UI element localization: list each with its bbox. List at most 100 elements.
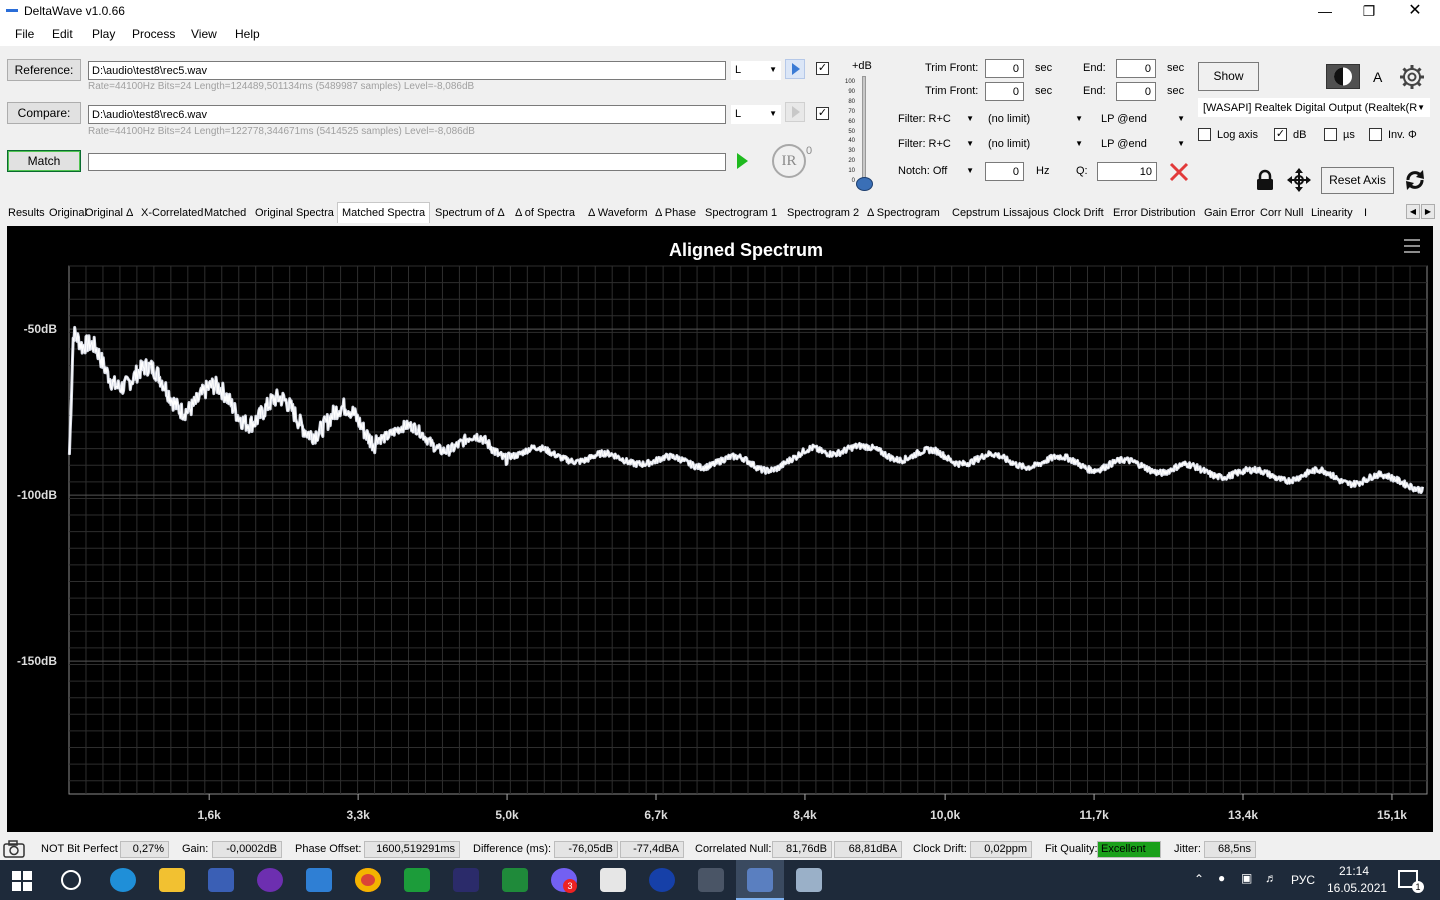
menu-view[interactable]: View	[191, 27, 217, 41]
deltawave-app-icon[interactable]	[747, 868, 773, 892]
notch-hz-input[interactable]: 0	[985, 162, 1024, 181]
compare-trim-front-input[interactable]: 0	[985, 82, 1024, 101]
theme-toggle-button[interactable]	[1326, 64, 1360, 89]
menu-play[interactable]: Play	[92, 27, 115, 41]
reset-axis-button[interactable]: Reset Axis	[1321, 167, 1394, 194]
save-disk-icon[interactable]	[208, 868, 234, 892]
clock-date[interactable]: 16.05.2021	[1327, 881, 1387, 895]
reference-lp-select[interactable]: LP @end ▼	[1097, 110, 1189, 129]
compare-button[interactable]: Compare:	[7, 102, 81, 124]
chrome-icon[interactable]	[355, 868, 381, 892]
tab-clock-drift[interactable]: Clock Drift	[1049, 205, 1108, 222]
language-indicator[interactable]: РУС	[1291, 873, 1315, 887]
menu-edit[interactable]: Edit	[52, 27, 73, 41]
plot-area[interactable]: Aligned Spectrum -50dB -100dB -150dB 1,6k 3,3…	[7, 226, 1433, 832]
screenshot-button[interactable]	[3, 840, 25, 858]
invert-phase-checkbox[interactable]	[1369, 128, 1382, 141]
tab-δ-spectrogram[interactable]: Δ Spectrogram	[863, 205, 944, 222]
task-view-button[interactable]	[61, 870, 81, 890]
aligned-spectrum-chart[interactable]: Aligned Spectrum -50dB -100dB -150dB 1,6k 3,3…	[7, 226, 1433, 832]
network-icon[interactable]: ▣	[1241, 871, 1252, 885]
compare-filter-select[interactable]: Filter: R+C ▼	[894, 135, 978, 154]
ap2-app-icon[interactable]	[404, 868, 430, 892]
maximize-button[interactable]: ❐	[1346, 0, 1392, 22]
notch-q-input[interactable]: 10	[1097, 162, 1157, 181]
tab-linearity[interactable]: Linearity	[1307, 205, 1357, 222]
file-explorer-icon[interactable]	[159, 868, 185, 892]
terminal-app-icon[interactable]	[453, 868, 479, 892]
tab-scroll-left[interactable]: ◀	[1406, 204, 1420, 219]
reference-limit-select[interactable]: (no limit) ▼	[984, 110, 1087, 129]
menu-process[interactable]: Process	[132, 27, 175, 41]
tab-scroll-right[interactable]: ▶	[1421, 204, 1435, 219]
tab-δ-waveform[interactable]: Δ Waveform	[584, 205, 652, 222]
notch-select[interactable]: Notch: Off ▼	[894, 162, 978, 181]
reference-path-field[interactable]: D:\audio\test8\rec5.wav	[88, 61, 726, 80]
reference-trim-end-input[interactable]: 0	[1116, 59, 1156, 78]
media-player-icon[interactable]	[257, 868, 283, 892]
tab-δ-phase[interactable]: Δ Phase	[651, 205, 700, 222]
us-checkbox[interactable]	[1324, 128, 1337, 141]
pan-button[interactable]	[1285, 167, 1313, 193]
volume-slider-thumb[interactable]	[856, 177, 873, 191]
font-size-button[interactable]: A	[1373, 69, 1382, 85]
tab-δ-of-spectra[interactable]: Δ of Spectra	[511, 205, 579, 222]
tab-i[interactable]: I	[1360, 205, 1371, 222]
edge-icon[interactable]	[110, 868, 136, 892]
microphone-icon[interactable]: ●	[1218, 871, 1225, 885]
clock-time[interactable]: 21:14	[1339, 864, 1369, 878]
tab-matched-spectra[interactable]: Matched Spectra	[337, 202, 431, 223]
clear-filters-button[interactable]	[1168, 161, 1190, 183]
volume-slider-track[interactable]	[862, 76, 866, 184]
minimize-button[interactable]: —	[1302, 0, 1348, 22]
volume-icon[interactable]: ♬	[1265, 871, 1277, 885]
compare-channel-select[interactable]: L ▼	[731, 105, 781, 124]
show-button[interactable]: Show	[1198, 62, 1259, 91]
play-compare-button[interactable]	[785, 102, 805, 122]
play-reference-button[interactable]	[785, 59, 805, 79]
output-device-select[interactable]: [WASAPI] Realtek Digital Output (Realtek…	[1198, 98, 1430, 117]
refresh-button[interactable]	[1401, 166, 1429, 194]
tab-error-distribution[interactable]: Error Distribution	[1109, 205, 1200, 222]
audio-app-icon[interactable]	[649, 868, 675, 892]
log-axis-checkbox[interactable]	[1198, 128, 1211, 141]
fox-app-icon[interactable]	[600, 868, 626, 892]
tab-matched[interactable]: Matched	[200, 205, 250, 222]
reference-trim-front-input[interactable]: 0	[985, 59, 1024, 78]
settings-button[interactable]	[1398, 63, 1426, 91]
mail-icon[interactable]	[306, 868, 332, 892]
tab-original-δ[interactable]: Original Δ	[81, 205, 137, 222]
tab-gain-error[interactable]: Gain Error	[1200, 205, 1259, 222]
lock-button[interactable]	[1254, 169, 1276, 191]
tab-corr-null[interactable]: Corr Null	[1256, 205, 1307, 222]
settings-app-icon[interactable]	[698, 868, 724, 892]
tray-expand-icon[interactable]: ⌃	[1194, 872, 1204, 886]
play-match-button[interactable]	[732, 151, 752, 171]
reference-button[interactable]: Reference:	[7, 59, 81, 81]
menu-help[interactable]: Help	[235, 27, 260, 41]
tab-cepstrum[interactable]: Cepstrum	[948, 205, 1004, 222]
start-button[interactable]	[12, 871, 32, 891]
compare-path-field[interactable]: D:\audio\test8\rec6.wav	[88, 105, 726, 124]
tab-spectrogram-2[interactable]: Spectrogram 2	[783, 205, 863, 222]
compare-lp-select[interactable]: LP @end ▼	[1097, 135, 1189, 154]
tab-results[interactable]: Results	[4, 205, 49, 222]
tab-original-spectra[interactable]: Original Spectra	[251, 205, 338, 222]
compare-enable-checkbox[interactable]: ✓	[816, 107, 829, 120]
match-button[interactable]: Match	[7, 150, 81, 172]
db-checkbox[interactable]: ✓	[1274, 128, 1287, 141]
chart-settings-icon[interactable]	[1404, 239, 1420, 253]
reference-filter-select[interactable]: Filter: R+C ▼	[894, 110, 978, 129]
compare-limit-select[interactable]: (no limit) ▼	[984, 135, 1087, 154]
compare-trim-end-input[interactable]: 0	[1116, 82, 1156, 101]
tab-lissajous[interactable]: Lissajous	[999, 205, 1053, 222]
reference-channel-select[interactable]: L ▼	[731, 61, 781, 80]
vector-app-icon[interactable]	[502, 868, 528, 892]
paint-app-icon[interactable]	[796, 868, 822, 892]
menu-file[interactable]: File	[15, 27, 34, 41]
reference-enable-checkbox[interactable]: ✓	[816, 62, 829, 75]
tab-spectrum-of-δ[interactable]: Spectrum of Δ	[431, 205, 509, 222]
ir-button[interactable]: IR	[772, 144, 806, 178]
close-button[interactable]: ✕	[1392, 0, 1438, 22]
tab-x-correlated[interactable]: X-Correlated	[137, 205, 207, 222]
